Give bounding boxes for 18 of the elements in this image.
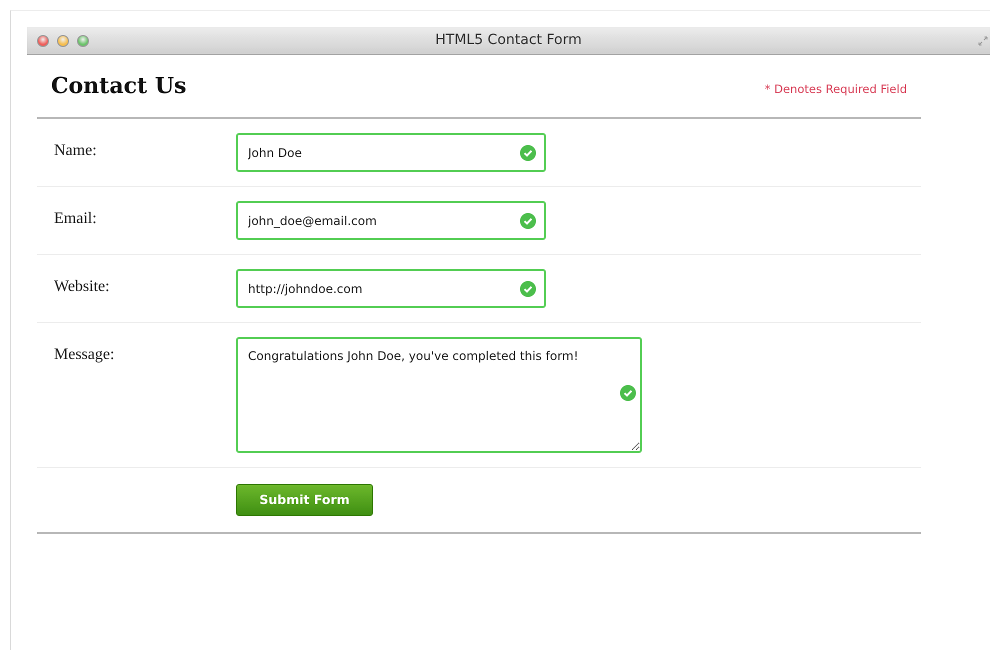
input-field[interactable]: john_doe@email.com [236, 201, 546, 240]
window-title: HTML5 Contact Form [435, 32, 582, 48]
check-icon [520, 213, 536, 229]
minimize-button[interactable] [57, 34, 69, 46]
field-label: Email: [54, 209, 98, 229]
required-note: * Denotes Required Field [764, 81, 907, 98]
check-icon [520, 145, 536, 161]
fullscreen-icon[interactable] [978, 36, 988, 46]
close-button[interactable] [37, 34, 49, 46]
input-field[interactable]: http://johndoe.com [236, 269, 546, 308]
field-label: Message: [54, 345, 116, 365]
field-label: Website: [54, 277, 111, 297]
form-heading: Contact Us [51, 72, 186, 100]
check-icon [620, 385, 636, 401]
zoom-button[interactable] [77, 34, 89, 46]
field-label: Name: [54, 141, 98, 161]
message-field[interactable]: Congratulations John Doe, you've completed this form! [236, 337, 642, 453]
check-icon [520, 281, 536, 297]
